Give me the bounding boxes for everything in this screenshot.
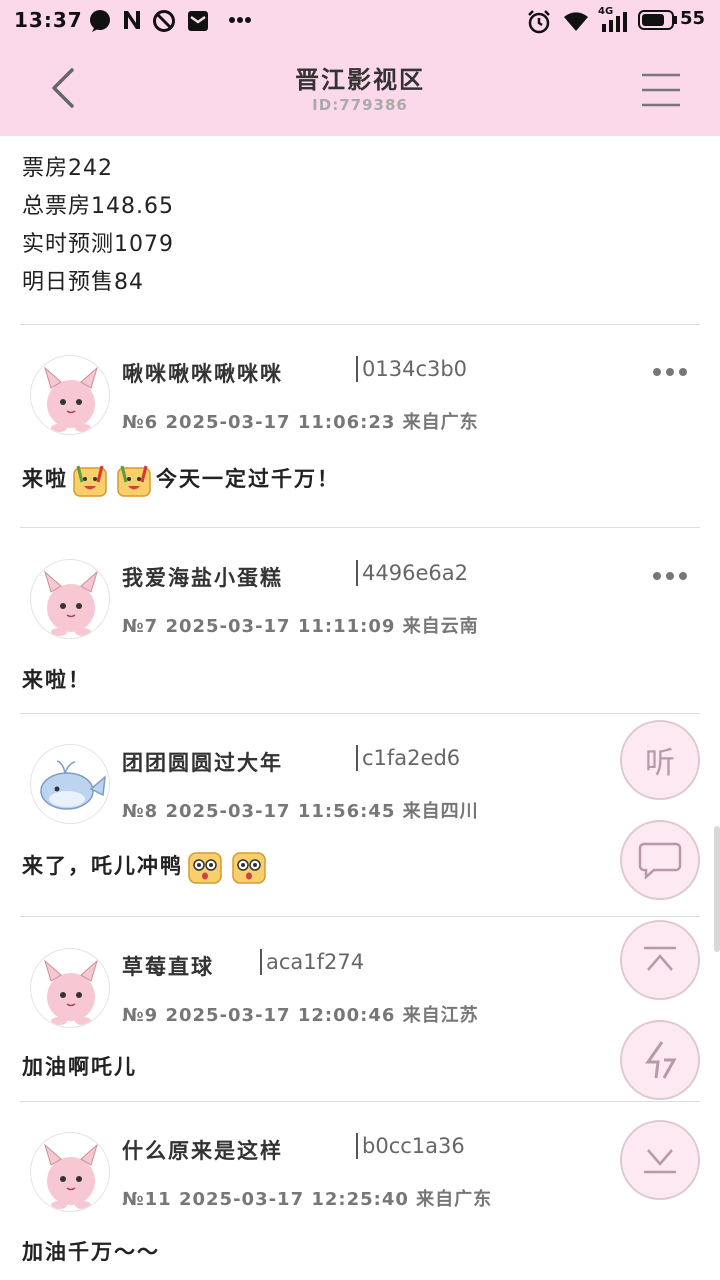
top-icon	[644, 946, 676, 971]
avatar[interactable]	[30, 355, 110, 435]
signal-icon	[602, 12, 627, 32]
post-text: 来啦 今天一定过千万！	[22, 462, 340, 498]
surprised-emoji-icon	[188, 852, 222, 884]
page-title: 晋江影视区	[295, 66, 425, 94]
listen-button[interactable]: 听	[620, 720, 700, 800]
stat-total-box-office: 总票房148.65	[22, 194, 174, 219]
divider	[20, 916, 700, 917]
divider	[20, 713, 700, 714]
avatar[interactable]	[30, 948, 110, 1028]
divider	[20, 1101, 700, 1102]
clefairy-avatar-icon	[44, 1143, 98, 1209]
comment-button[interactable]	[620, 820, 700, 900]
cheering-emoji-icon	[117, 465, 151, 497]
user-id: aca1f274	[260, 949, 364, 975]
post-meta: №7 2025-03-17 11:11:09 来自云南	[122, 616, 479, 637]
battery-level: 55	[680, 8, 706, 29]
stat-tomorrow-presale: 明日预售84	[22, 270, 144, 295]
scroll-bottom-button[interactable]	[620, 1120, 700, 1200]
clefairy-avatar-icon	[44, 959, 98, 1025]
post-text-start: 来啦	[22, 467, 68, 491]
refresh-icon	[645, 1041, 677, 1079]
username[interactable]: 我爱海盐小蛋糕	[122, 562, 283, 592]
refresh-button[interactable]	[620, 1020, 700, 1100]
post-meta: №9 2025-03-17 12:00:46 来自江苏	[122, 1005, 479, 1026]
page-id: ID:779386	[312, 96, 408, 114]
stat-box-office: 票房242	[22, 156, 113, 181]
avatar[interactable]	[30, 744, 110, 824]
cheering-emoji-icon	[73, 465, 107, 497]
notification-bubble-icon	[90, 10, 110, 32]
menu-icon[interactable]	[640, 72, 682, 108]
post-meta: №11 2025-03-17 12:25:40 来自广东	[122, 1189, 493, 1210]
post-text: 来了，吒儿冲鸭	[22, 849, 271, 885]
username[interactable]: 啾咪啾咪啾咪咪	[122, 358, 283, 388]
user-id: c1fa2ed6	[356, 745, 460, 771]
more-icon[interactable]	[652, 366, 688, 378]
divider	[20, 527, 700, 528]
clefairy-avatar-icon	[44, 366, 98, 432]
post-text-end: 今天一定过千万！	[156, 467, 340, 491]
user-id: 4496e6a2	[356, 560, 468, 586]
status-bar: 13:37 4G 55	[0, 0, 720, 40]
post-meta: №8 2025-03-17 11:56:45 来自四川	[122, 801, 479, 822]
user-id: 0134c3b0	[356, 356, 467, 382]
status-time: 13:37	[14, 8, 83, 32]
comment-icon	[638, 842, 682, 880]
surprised-emoji-icon	[232, 852, 266, 884]
divider	[20, 324, 700, 325]
mail-icon	[188, 11, 208, 31]
post-text-start: 来了，吒儿冲鸭	[22, 854, 183, 878]
n-app-icon	[124, 11, 140, 29]
post-list[interactable]: 票房242 总票房148.65 实时预测1079 明日预售84 啾咪啾咪啾咪咪 …	[0, 136, 720, 1280]
post-text: 加油千万～～	[22, 1240, 160, 1264]
username[interactable]: 草莓直球	[122, 951, 214, 981]
post-text: 加油啊吒儿	[22, 1055, 137, 1079]
more-notifications-icon	[229, 17, 251, 23]
more-icon[interactable]	[652, 570, 688, 582]
avatar[interactable]	[30, 1132, 110, 1212]
block-icon	[153, 10, 175, 32]
listen-label: 听	[645, 746, 675, 781]
username[interactable]: 什么原来是这样	[122, 1135, 283, 1165]
scrollbar[interactable]	[714, 826, 720, 952]
avatar[interactable]	[30, 559, 110, 639]
user-id: b0cc1a36	[356, 1133, 465, 1159]
post-text: 来啦！	[22, 668, 91, 692]
stat-realtime-forecast: 实时预测1079	[22, 232, 174, 257]
post-meta: №6 2025-03-17 11:06:23 来自广东	[122, 412, 479, 433]
whale-avatar-icon	[40, 760, 106, 810]
scroll-top-button[interactable]	[620, 920, 700, 1000]
username[interactable]: 团团圆圆过大年	[122, 747, 283, 777]
wifi-icon	[564, 12, 588, 31]
top-bar: 13:37 4G 55 晋江影视区 ID:779386	[0, 0, 720, 136]
alarm-icon	[528, 10, 550, 34]
bottom-icon	[644, 1149, 676, 1174]
clefairy-avatar-icon	[44, 570, 98, 636]
battery-icon	[638, 10, 677, 30]
